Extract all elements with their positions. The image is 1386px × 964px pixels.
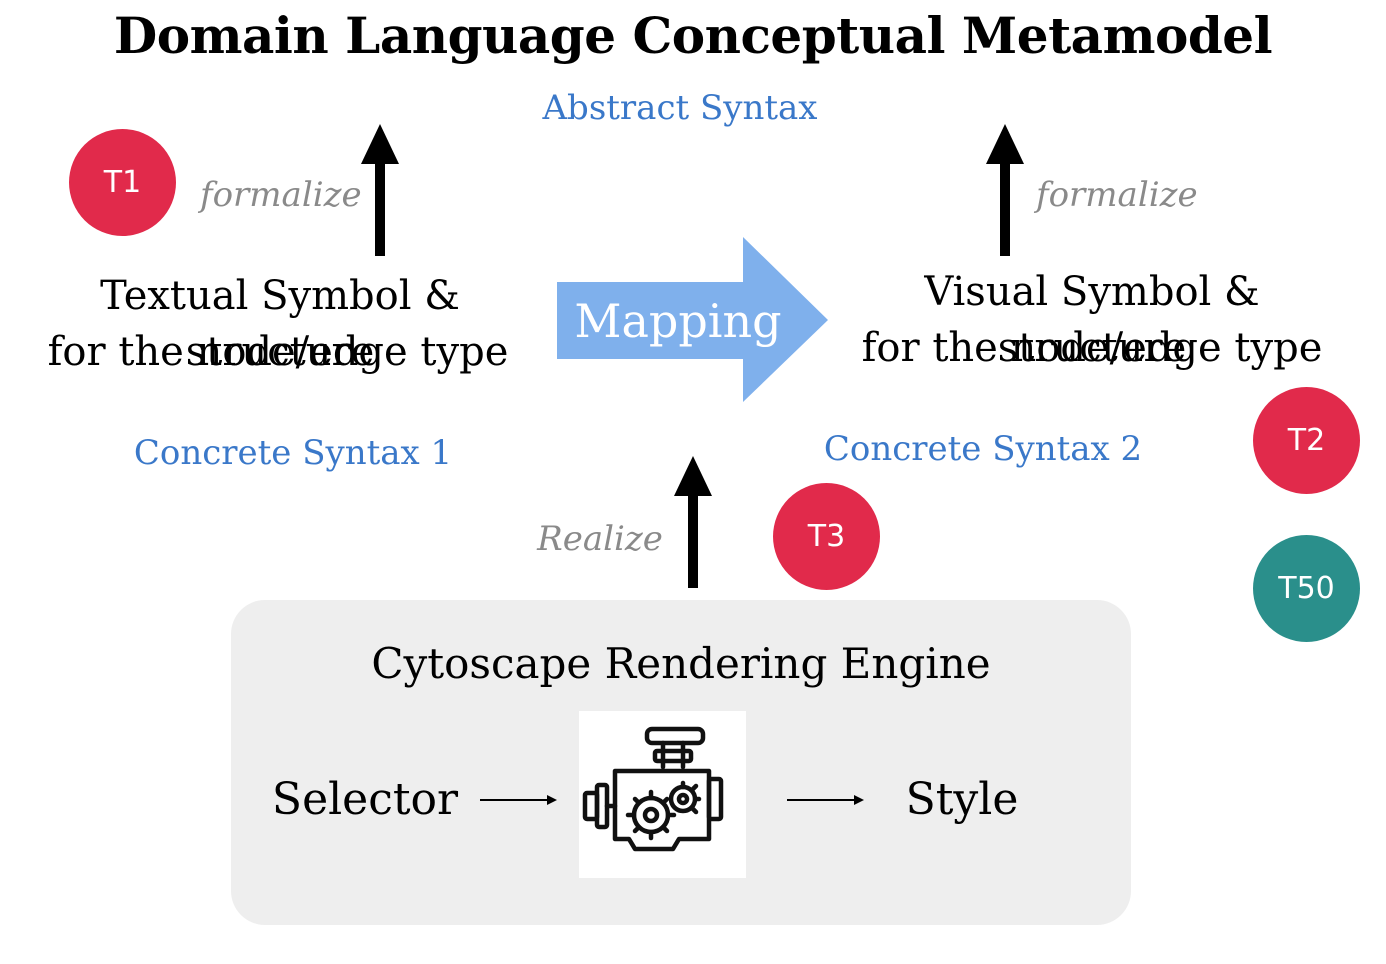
badge-t1: T1 bbox=[69, 129, 176, 236]
selector-label: Selector bbox=[271, 774, 459, 825]
badge-t50: T50 bbox=[1253, 535, 1360, 642]
arrow-right-icon bbox=[787, 795, 864, 805]
formalize-label-right: formalize bbox=[1036, 175, 1198, 215]
abstract-syntax-label: Abstract Syntax bbox=[542, 88, 818, 128]
formalize-label-left: formalize bbox=[200, 175, 362, 215]
badge-t3: T3 bbox=[773, 483, 880, 590]
arrow-up-icon bbox=[361, 124, 399, 256]
realize-label: Realize bbox=[537, 519, 663, 559]
arrow-up-icon bbox=[986, 124, 1024, 256]
style-label: Style bbox=[905, 774, 1019, 825]
visual-symbol-line2: for the node/edge type bbox=[861, 325, 1323, 371]
concrete-syntax-1-label: Concrete Syntax 1 bbox=[133, 433, 453, 473]
badge-t2: T2 bbox=[1253, 387, 1360, 494]
arrow-right-icon bbox=[480, 795, 557, 805]
mapping-label: Mapping bbox=[574, 294, 782, 348]
concrete-syntax-2-label: Concrete Syntax 2 bbox=[823, 429, 1143, 469]
rendering-engine-title: Cytoscape Rendering Engine bbox=[371, 639, 991, 688]
diagram-title: Domain Language Conceptual Metamodel bbox=[113, 6, 1273, 65]
engine-gears-icon bbox=[579, 711, 746, 878]
textual-symbol-line2: for the node/edge type bbox=[47, 329, 509, 375]
arrow-up-icon bbox=[674, 456, 712, 588]
